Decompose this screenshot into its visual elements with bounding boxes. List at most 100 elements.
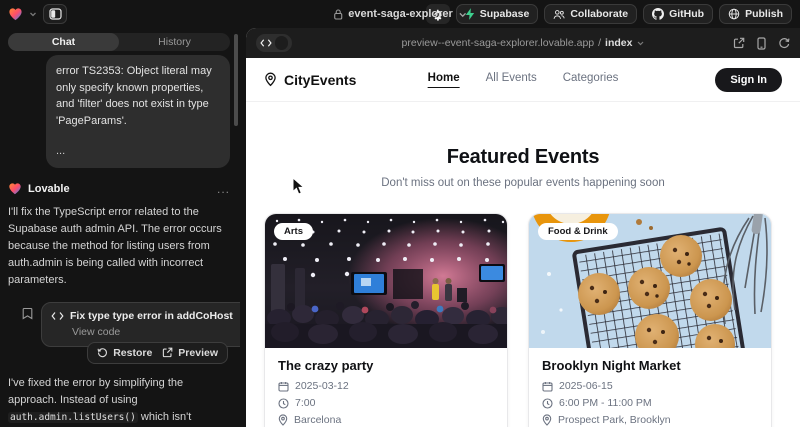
event-location: Prospect Park, Brooklyn	[558, 414, 671, 426]
user-message-bubble: error TS2353: Object literal may only sp…	[46, 55, 230, 168]
event-time-row: 6:00 PM - 11:00 PM	[542, 397, 758, 409]
code-edit-card[interactable]: Fix type type error in addCoHost View co…	[41, 302, 240, 347]
calendar-icon	[542, 381, 553, 392]
nav-home[interactable]: Home	[428, 72, 460, 88]
preview-url-text: preview--event-saga-explorer.lovable.app	[402, 37, 595, 49]
code-edit-block: Fix type type error in addCoHost View co…	[22, 302, 230, 347]
clock-icon	[278, 398, 289, 409]
github-button-label: GitHub	[669, 8, 704, 20]
event-title: The crazy party	[278, 358, 494, 373]
lovable-app-window: event-saga-explorer Supabase	[0, 0, 800, 427]
workspace-chevron-down-icon[interactable]	[29, 10, 37, 18]
restore-icon	[97, 347, 108, 358]
user-message-text: error TS2353: Object literal may only sp…	[56, 63, 220, 129]
section-title: Featured Events	[246, 146, 800, 169]
chat-panel: Chat History error TS2353: Object litera…	[0, 28, 240, 427]
event-date: 2025-06-15	[559, 380, 613, 392]
toggle-knob	[275, 36, 288, 50]
location-pin-icon	[264, 72, 277, 87]
pin-icon	[542, 414, 552, 426]
open-in-new-tab-icon[interactable]	[733, 37, 745, 49]
assistant-intro-text: I'll fix the TypeScript error related to…	[8, 204, 230, 289]
restore-button-label: Restore	[113, 347, 152, 359]
category-badge: Food & Drink	[538, 223, 618, 240]
refresh-icon[interactable]	[778, 37, 790, 49]
category-badge: Arts	[274, 223, 313, 240]
preview-url[interactable]: preview--event-saga-explorer.lovable.app…	[402, 37, 645, 49]
tab-history[interactable]: History	[119, 33, 230, 51]
top-bar: event-saga-explorer Supabase	[0, 0, 800, 28]
section-subtitle: Don't miss out on these popular events h…	[246, 177, 800, 189]
calendar-icon	[278, 381, 289, 392]
url-separator: /	[598, 37, 601, 49]
view-code-link[interactable]: View code	[72, 326, 240, 338]
restore-button[interactable]: Restore	[97, 347, 152, 359]
sign-in-button[interactable]: Sign In	[715, 68, 782, 92]
assistant-name: Lovable	[28, 183, 211, 195]
event-card-night-market[interactable]: Food & Drink Brooklyn Night Market 2025-…	[528, 213, 772, 427]
lovable-avatar-icon	[8, 182, 22, 196]
lock-icon	[333, 9, 343, 20]
chevron-right-icon	[239, 311, 240, 320]
edit-actions-toolbar: Restore Preview	[87, 342, 228, 364]
preview-url-bar: preview--event-saga-explorer.lovable.app…	[246, 28, 800, 58]
github-button[interactable]: GitHub	[643, 4, 713, 24]
event-time-row: 7:00	[278, 397, 494, 409]
bookmark-icon[interactable]	[22, 302, 33, 347]
preview-button[interactable]: Preview	[162, 347, 218, 359]
event-location-row: Barcelona	[278, 414, 494, 426]
message-menu-button[interactable]: ...	[217, 182, 230, 196]
supabase-button-label: Supabase	[480, 8, 530, 20]
supabase-button[interactable]: Supabase	[456, 4, 539, 24]
publish-button[interactable]: Publish	[719, 4, 792, 24]
chat-history-tabs: Chat History	[8, 33, 230, 51]
code-view-toggle[interactable]	[256, 34, 292, 52]
route-chevron-down-icon	[636, 39, 644, 47]
assistant-outro-text: I've fixed the error by simplifying the …	[8, 375, 230, 427]
clock-icon	[542, 398, 553, 409]
code-edit-title: Fix type type error in addCoHost	[70, 310, 233, 322]
globe-icon	[728, 8, 740, 20]
site-nav: Home All Events Categories	[428, 72, 619, 88]
nav-all-events[interactable]: All Events	[486, 72, 537, 88]
event-location: Barcelona	[294, 414, 341, 426]
collaborate-icon	[553, 9, 565, 20]
outro-text-1: I've fixed the error by simplifying the …	[8, 377, 183, 406]
lovable-logo-icon[interactable]	[8, 7, 23, 22]
event-card-crazy-party[interactable]: Arts The crazy party 2025-03-12	[264, 213, 508, 427]
publish-button-label: Publish	[745, 8, 783, 20]
preview-pane: preview--event-saga-explorer.lovable.app…	[246, 28, 800, 427]
inline-code-listusers: auth.admin.listUsers()	[8, 412, 138, 423]
pin-icon	[278, 414, 288, 426]
event-date: 2025-03-12	[295, 380, 349, 392]
project-name: event-saga-explorer	[348, 8, 453, 20]
github-icon	[652, 8, 664, 20]
event-time: 7:00	[295, 397, 315, 409]
assistant-message-header: Lovable ...	[8, 182, 230, 196]
site-header: CityEvents Home All Events Categories Si…	[246, 58, 800, 102]
tab-chat[interactable]: Chat	[8, 33, 119, 51]
preview-button-label: Preview	[178, 347, 218, 359]
site-logo[interactable]: CityEvents	[264, 72, 356, 88]
event-image-cookies: Food & Drink	[529, 214, 771, 348]
user-message-truncated: ...	[56, 143, 220, 160]
project-switcher[interactable]: event-saga-explorer	[333, 0, 467, 28]
chat-scrollbar[interactable]	[234, 34, 238, 126]
site-content: CityEvents Home All Events Categories Si…	[246, 58, 800, 427]
event-date-row: 2025-03-12	[278, 380, 494, 392]
collaborate-button[interactable]: Collaborate	[544, 4, 637, 24]
code-brackets-icon	[51, 311, 64, 321]
toggle-sidebar-button[interactable]	[43, 4, 67, 24]
event-title: Brooklyn Night Market	[542, 358, 758, 373]
featured-section-header: Featured Events Don't miss out on these …	[246, 102, 800, 189]
event-cards: Arts The crazy party 2025-03-12	[246, 189, 800, 427]
site-brand-name: CityEvents	[284, 72, 356, 88]
collaborate-button-label: Collaborate	[570, 8, 628, 20]
event-location-row: Prospect Park, Brooklyn	[542, 414, 758, 426]
nav-categories[interactable]: Categories	[563, 72, 619, 88]
event-image-conference: Arts	[265, 214, 507, 348]
preview-route: index	[605, 37, 632, 49]
event-time: 6:00 PM - 11:00 PM	[559, 397, 652, 409]
event-date-row: 2025-06-15	[542, 380, 758, 392]
mobile-view-icon[interactable]	[757, 37, 766, 50]
